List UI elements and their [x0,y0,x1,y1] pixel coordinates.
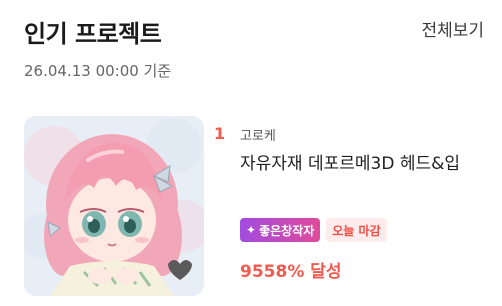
sparkle-icon: ✦ [246,223,257,237]
timestamp: 26.04.13 00:00 기준 [24,62,172,80]
character-illustration [24,116,204,296]
badge-row: ✦ 좋은창작자 오늘 마감 [240,218,387,242]
good-creator-label: 좋은창작자 [259,223,315,238]
deadline-badge: 오늘 마감 [326,218,387,242]
page-title: 인기 프로젝트 [24,20,162,48]
project-thumbnail[interactable] [24,116,204,296]
good-creator-badge: ✦ 좋은창작자 [240,218,321,242]
view-all-link[interactable]: 전체보기 [421,16,484,41]
rank-number: 1 [214,124,226,143]
project-title[interactable]: 자유자재 데포르메3D 헤드&입 [240,152,490,177]
project-card[interactable]: 1 고로케 자유자재 데포르메3D 헤드&입 ✦ 좋은창작자 오늘 마감 955… [24,116,496,296]
achievement-rate: 9558% 달성 [240,262,342,282]
creator-name[interactable]: 고로케 [240,125,276,144]
